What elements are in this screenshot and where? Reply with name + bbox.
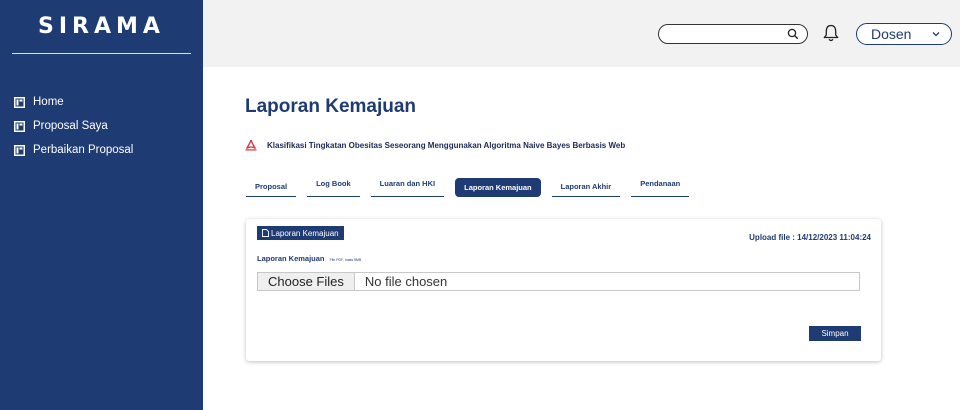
upload-card: Laporan Kemajuan Upload file : 14/12/202…: [246, 219, 881, 361]
tab-log-book[interactable]: Log Book: [307, 178, 360, 197]
document-button-label: Laporan Kemajuan: [271, 228, 339, 238]
sidebar-item-perbaikan-proposal[interactable]: Perbaikan Proposal: [14, 138, 133, 162]
sidebar-item-label: Home: [33, 96, 64, 108]
panel-icon: [14, 120, 25, 132]
choose-files-button[interactable]: Choose Files: [258, 273, 355, 290]
user-role-label: Dosen: [871, 26, 912, 42]
user-role-dropdown[interactable]: Dosen: [856, 23, 952, 45]
tab-laporan-akhir[interactable]: Laporan Akhir: [551, 178, 621, 197]
file-status: No file chosen: [364, 274, 448, 289]
laporan-kemajuan-document-button[interactable]: Laporan Kemajuan: [257, 226, 344, 240]
field-label-text: Laporan Kemajuan: [257, 254, 325, 263]
save-button[interactable]: Simpan: [809, 326, 861, 341]
sidebar-nav: Home Proposal Saya Perbaikan Proposal: [14, 90, 133, 162]
panel-icon: [14, 96, 25, 108]
sidebar: SIRAMA Home Proposal Saya Perbaikan Prop…: [0, 0, 203, 410]
tab-luaran-dan-hki[interactable]: Luaran dan HKI: [370, 178, 445, 197]
panel-icon: [14, 144, 25, 156]
sidebar-item-label: Proposal Saya: [33, 120, 108, 132]
brand-divider: [12, 53, 191, 54]
tab-laporan-kemajuan[interactable]: Laporan Kemajuan: [455, 178, 541, 197]
topbar: Dosen: [203, 0, 960, 67]
sidebar-item-proposal-saya[interactable]: Proposal Saya: [14, 114, 133, 138]
brand-name: SIRAMA: [38, 14, 165, 39]
search-input[interactable]: [658, 24, 808, 44]
tab-bar: Proposal Log Book Luaran dan HKI Laporan…: [246, 178, 700, 197]
page-title: Laporan Kemajuan: [245, 96, 417, 117]
pdf-icon: [245, 139, 257, 151]
tab-pendanaan[interactable]: Pendanaan: [631, 178, 690, 197]
proposal-title-row: Klasifikasi Tingkatan Obesitas Seseorang…: [245, 139, 625, 151]
tab-proposal[interactable]: Proposal: [246, 178, 297, 197]
bell-icon[interactable]: [822, 23, 840, 43]
field-label: Laporan Kemajuan File PDF, maks 5MB: [257, 254, 361, 263]
brand-logo[interactable]: SIRAMA: [0, 0, 203, 57]
search-icon[interactable]: [787, 28, 799, 40]
sidebar-item-home[interactable]: Home: [14, 90, 133, 114]
field-hint: File PDF, maks 5MB: [329, 258, 362, 262]
sidebar-item-label: Perbaikan Proposal: [33, 144, 134, 156]
document-icon: [262, 229, 269, 237]
chevron-down-icon: [932, 32, 940, 37]
proposal-title: Klasifikasi Tingkatan Obesitas Seseorang…: [267, 140, 626, 150]
upload-timestamp: Upload file : 14/12/2023 11:04:24: [749, 233, 871, 242]
file-input[interactable]: Choose Files No file chosen: [257, 272, 860, 291]
